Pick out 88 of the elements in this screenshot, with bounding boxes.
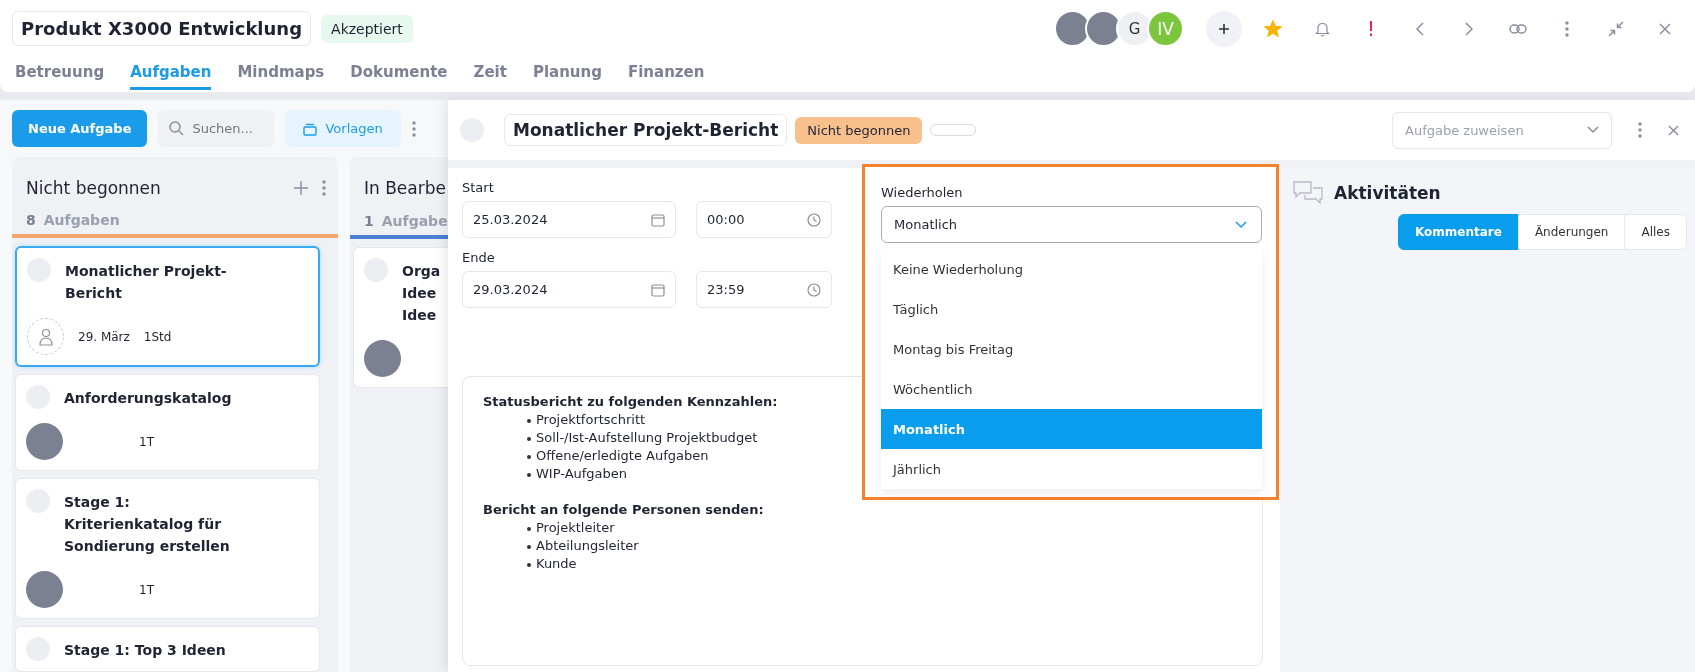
description-item: Projektfortschritt (536, 411, 646, 429)
chevron-left-icon[interactable] (1416, 21, 1424, 36)
dropdown-option[interactable]: Montag bis Freitag (881, 329, 1262, 369)
task-card[interactable]: Orga Idee Idee (353, 247, 448, 388)
repeat-dropdown[interactable]: Monatlich (881, 206, 1262, 243)
more-icon[interactable] (1638, 122, 1642, 138)
chevron-right-icon[interactable] (1465, 21, 1473, 36)
nav-tab[interactable]: Mindmaps (237, 63, 325, 90)
task-title: Stage 1: Top 3 Ideen (64, 641, 226, 660)
description-item: Abteilungsleiter (536, 537, 639, 555)
dropdown-option[interactable]: Wöchentlich (881, 369, 1262, 409)
task-card[interactable]: Monatlicher Projekt-Bericht 29. März 1Std (15, 246, 320, 367)
alert-icon[interactable] (1369, 21, 1373, 36)
search-field[interactable]: Suchen... (158, 110, 275, 147)
clock-icon (807, 282, 821, 297)
dropdown-option[interactable]: Jährlich (881, 449, 1262, 489)
task-title-field[interactable]: Monatlicher Projekt-Bericht (504, 114, 788, 146)
nav-tab[interactable]: Planung (532, 63, 602, 90)
task-count: 1 (364, 213, 374, 229)
task-title: Monatlicher Projekt-Bericht (65, 262, 228, 303)
description-item: Soll-/Ist-Aufstellung Projektbudget (536, 429, 758, 447)
date-field[interactable]: 29.03.2024 (462, 271, 676, 308)
more-icon[interactable] (411, 120, 416, 137)
duration: 1T (139, 434, 154, 449)
task-count-label: Aufgaben (43, 212, 120, 229)
link-icon[interactable] (1509, 22, 1527, 35)
nav-tab[interactable]: Betreuung (15, 63, 105, 90)
description-item: Projektleiter (536, 519, 615, 537)
activity-title: Aktivitäten (1334, 183, 1441, 203)
dropdown-option[interactable]: Täglich (881, 289, 1262, 329)
calendar-icon (651, 282, 665, 297)
project-title: Produkt X3000 Entwicklung (12, 11, 312, 46)
avatar-photo (26, 423, 63, 460)
bullet-icon (527, 419, 531, 423)
nav-tab[interactable]: Zeit (473, 63, 507, 90)
description-item: Offene/erledigte Aufgaben (536, 447, 709, 465)
date-field[interactable]: 25.03.2024 (462, 201, 676, 238)
column-title: Nicht begonnen (26, 177, 161, 198)
duration: 1T (139, 582, 154, 597)
field-label: Start (462, 180, 494, 195)
description-heading: Bericht an folgende Personen senden: (483, 501, 764, 519)
task-card[interactable]: Stage 1: Top 3 Ideen (15, 626, 320, 672)
filter-tab[interactable]: Alles (1624, 214, 1687, 250)
nav-tab[interactable]: Finanzen (627, 63, 705, 90)
status-badge[interactable]: Nicht begonnen (795, 116, 923, 144)
avatar-photo (26, 571, 63, 608)
chat-bubbles-icon (1292, 180, 1324, 206)
column-title: In Bearbe (364, 178, 446, 198)
description-heading: Statusbericht zu folgenden Kennzahlen: (483, 393, 778, 411)
time-field[interactable]: 00:00 (696, 201, 832, 238)
star-icon[interactable] (1264, 19, 1282, 38)
template-stack-icon (303, 121, 318, 136)
clock-icon (807, 212, 821, 227)
field-label: Wiederholen (881, 185, 963, 200)
dropdown-option[interactable]: Keine Wiederholung (881, 249, 1262, 289)
task-card[interactable]: Anforderungskatalog 1T (15, 374, 320, 471)
description-item: WIP-Aufgaben (536, 465, 628, 483)
time-field[interactable]: 23:59 (696, 271, 832, 308)
filter-tab[interactable]: Änderungen (1517, 214, 1626, 250)
task-title: Orga Idee Idee (402, 262, 441, 325)
avatar-photo (364, 340, 401, 377)
bell-icon[interactable] (1314, 20, 1330, 37)
collapse-icon[interactable] (1608, 20, 1624, 37)
task-title: Anforderungskatalog (64, 389, 232, 408)
task-card[interactable]: Stage 1: Kriterienkatalog für Sondierung erstellen 1T (15, 478, 320, 619)
task-count: 8 (26, 212, 36, 229)
bullet-icon (527, 563, 531, 567)
calendar-icon (651, 212, 665, 227)
field-label: Ende (462, 250, 495, 265)
more-icon[interactable] (1565, 20, 1569, 37)
status-badge: Akzeptiert (321, 14, 413, 43)
duration: 1Std (143, 329, 172, 344)
bullet-icon (527, 437, 531, 441)
nav-tab[interactable]: Dokumente (350, 63, 448, 90)
chevron-down-icon (1587, 126, 1599, 134)
bullet-icon (527, 545, 531, 549)
bullet-icon (527, 473, 531, 477)
description-item: Kunde (536, 555, 577, 573)
close-icon[interactable] (1668, 124, 1679, 136)
task-title: Stage 1: Kriterienkatalog für Sondierung erstellen (64, 493, 231, 556)
due-date: 29. März (78, 329, 130, 344)
bullet-icon (527, 455, 531, 459)
bullet-icon (527, 527, 531, 531)
more-icon[interactable] (322, 179, 326, 196)
task-count-label: Aufgabe (381, 213, 448, 229)
search-icon (168, 120, 185, 136)
add-icon[interactable] (1218, 22, 1230, 35)
close-icon[interactable] (1659, 22, 1671, 35)
